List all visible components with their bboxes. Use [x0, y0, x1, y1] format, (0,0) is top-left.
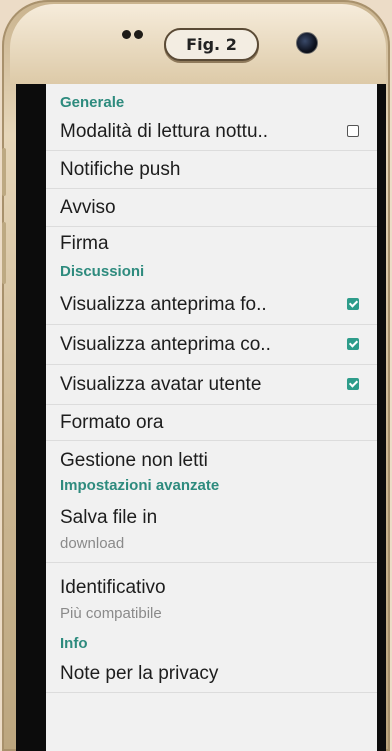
section-title-info: Info	[60, 635, 88, 652]
checkbox-checked-icon[interactable]	[347, 337, 359, 350]
setting-value: download	[60, 535, 125, 552]
camera-icon	[296, 32, 318, 54]
setting-push-notifications[interactable]: Notifiche push	[46, 151, 377, 189]
phone-frame: Fig. 2 Generale Modalità di lettura nott…	[2, 0, 390, 751]
speaker-dot	[134, 30, 143, 39]
setting-label: Visualizza avatar utente	[60, 373, 262, 395]
section-title-generale: Generale	[60, 94, 125, 111]
setting-unread-management[interactable]: Gestione non letti	[46, 441, 377, 475]
setting-label: Visualizza anteprima fo..	[60, 293, 267, 315]
setting-label: Salva file in	[60, 507, 158, 528]
setting-save-file-location[interactable]: Salva file in download	[46, 497, 377, 563]
section-title-impostazioni-avanzate: Impostazioni avanzate	[60, 477, 220, 494]
checkbox-checked-icon[interactable]	[347, 297, 359, 310]
settings-screen: Generale Modalità di lettura nottu.. Not…	[46, 84, 377, 751]
setting-preview-forum[interactable]: Visualizza anteprima fo..	[46, 285, 377, 325]
section-title-discussioni: Discussioni	[60, 263, 145, 280]
setting-label: Firma	[60, 233, 109, 254]
setting-label: Identificativo	[60, 576, 166, 598]
setting-identifier[interactable]: Identificativo Più compatibile	[46, 563, 377, 635]
volume-button	[2, 148, 6, 196]
setting-firma[interactable]: Firma	[46, 227, 377, 261]
setting-label: Modalità di lettura nottu..	[60, 120, 269, 142]
setting-label: Visualizza anteprima co..	[60, 333, 271, 355]
setting-preview-content[interactable]: Visualizza anteprima co..	[46, 325, 377, 365]
setting-time-format[interactable]: Formato ora	[46, 405, 377, 441]
figure-label: Fig. 2	[164, 28, 259, 61]
setting-value: Più compatibile	[60, 604, 162, 622]
setting-label: Gestione non letti	[60, 450, 208, 471]
setting-night-reading[interactable]: Modalità di lettura nottu..	[46, 113, 377, 151]
checkbox-checked-icon[interactable]	[347, 377, 359, 390]
side-button	[2, 222, 6, 284]
setting-privacy-notes[interactable]: Note per la privacy	[46, 655, 377, 693]
screen-bezel-left	[16, 84, 46, 751]
setting-label: Formato ora	[60, 411, 164, 433]
setting-label: Notifiche push	[60, 158, 181, 180]
speaker-dot	[122, 30, 131, 39]
checkbox-unchecked-icon[interactable]	[347, 124, 359, 137]
screen-bezel-right	[377, 84, 386, 751]
setting-label: Avviso	[60, 196, 116, 218]
setting-avviso[interactable]: Avviso	[46, 189, 377, 227]
setting-user-avatar[interactable]: Visualizza avatar utente	[46, 365, 377, 405]
setting-label: Note per la privacy	[60, 662, 219, 684]
